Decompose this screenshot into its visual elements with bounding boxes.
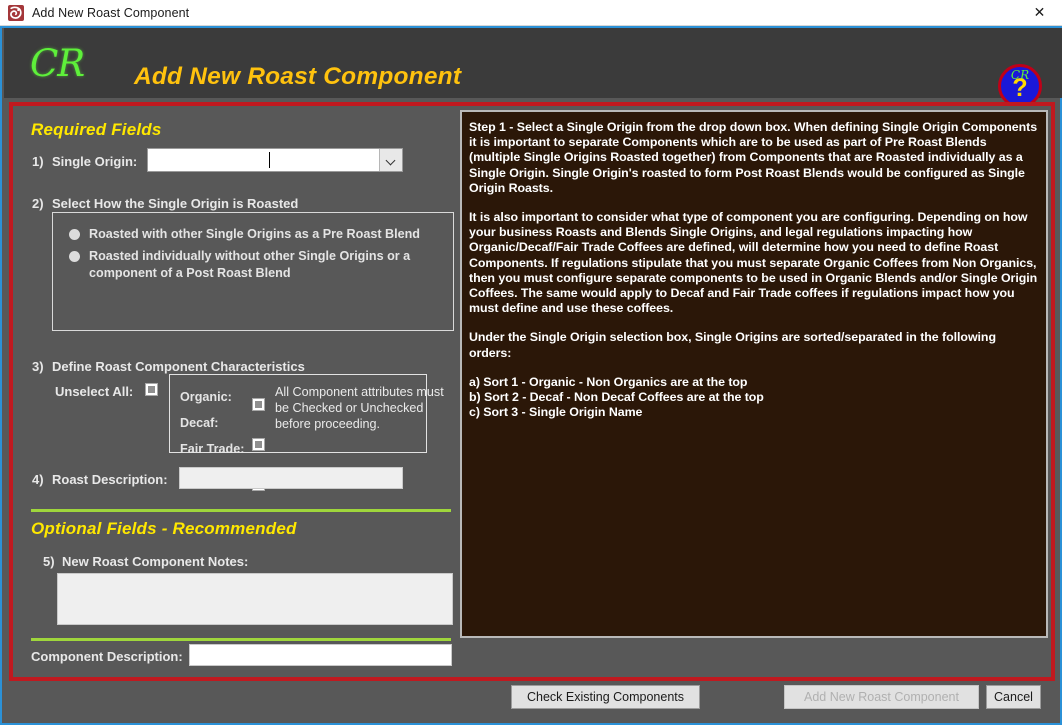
- divider-green-top: [31, 509, 451, 512]
- instructions-panel: Step 1 - Select a Single Origin from the…: [460, 110, 1048, 638]
- content-inner: Required Fields 1) Single Origin: 2) Sel…: [13, 106, 1051, 677]
- check-existing-components-button[interactable]: Check Existing Components: [511, 685, 700, 709]
- roast-component-notes-input[interactable]: [57, 573, 453, 625]
- chevron-down-icon[interactable]: [379, 149, 402, 171]
- single-origin-combobox[interactable]: [147, 148, 403, 172]
- instructions-paragraph-2: It is also important to consider what ty…: [469, 210, 1038, 316]
- radio-pre-roast-blend[interactable]: Roasted with other Single Origins as a P…: [69, 226, 429, 243]
- step5-label: New Roast Component Notes:: [62, 554, 249, 569]
- roast-description-input[interactable]: [179, 467, 403, 489]
- step2-number: 2): [32, 196, 44, 211]
- single-origin-value[interactable]: [148, 149, 379, 171]
- content-frame: Required Fields 1) Single Origin: 2) Sel…: [9, 102, 1055, 681]
- radio-individual-roast-label: Roasted individually without other Singl…: [89, 249, 411, 280]
- required-fields-heading: Required Fields: [31, 120, 162, 139]
- instructions-paragraph-3: Under the Single Origin selection box, S…: [469, 330, 996, 360]
- fair-trade-label: Fair Trade:: [180, 442, 245, 456]
- page-title: Add New Roast Component: [134, 63, 462, 90]
- step1-number: 1): [32, 154, 44, 169]
- step4-label: Roast Description:: [52, 472, 168, 487]
- radio-individual-roast[interactable]: Roasted individually without other Singl…: [69, 248, 429, 282]
- radio-indicator[interactable]: [69, 229, 80, 240]
- divider-green-bottom: [31, 638, 451, 641]
- access-database-icon: [7, 4, 25, 22]
- step5-number: 5): [43, 554, 55, 569]
- unselect-all-label: Unselect All:: [55, 384, 134, 399]
- sort-item-a: a) Sort 1 - Organic - Non Organics are a…: [469, 374, 748, 389]
- step1-label: Single Origin:: [52, 154, 138, 169]
- step3-number: 3): [32, 359, 44, 374]
- question-mark-icon: ?: [1012, 74, 1028, 102]
- radio-pre-roast-blend-label: Roasted with other Single Origins as a P…: [89, 227, 421, 241]
- decaf-checkbox[interactable]: [252, 438, 265, 451]
- window-body: CR Add New Roast Component CR ? Required…: [0, 26, 1062, 725]
- step4-number: 4): [32, 472, 44, 487]
- component-description-label: Component Description:: [31, 649, 183, 664]
- sort-item-b: b) Sort 2 - Decaf - Non Decaf Coffees ar…: [469, 390, 764, 405]
- header-banner: CR Add New Roast Component CR ?: [4, 28, 1062, 108]
- cancel-button[interactable]: Cancel: [986, 685, 1041, 709]
- attributes-note: All Component attributes must be Checked…: [275, 385, 444, 431]
- optional-fields-heading: Optional Fields - Recommended: [31, 519, 297, 538]
- sort-item-c: c) Sort 3 - Single Origin Name: [469, 405, 643, 420]
- cr-logo: CR: [30, 42, 85, 85]
- window-title: Add New Roast Component: [32, 5, 190, 20]
- close-icon[interactable]: ✕: [1017, 0, 1062, 25]
- organic-checkbox[interactable]: [252, 398, 265, 411]
- instructions-paragraph-1: Step 1 - Select a Single Origin from the…: [469, 120, 1038, 195]
- step3-label: Define Roast Component Characteristics: [52, 359, 305, 374]
- required-fields-column: Required Fields 1) Single Origin: 2) Sel…: [19, 110, 457, 675]
- step2-label: Select How the Single Origin is Roasted: [52, 196, 299, 211]
- component-description-input[interactable]: [189, 644, 452, 666]
- decaf-label: Decaf:: [180, 416, 219, 430]
- organic-label: Organic:: [180, 390, 232, 404]
- add-new-roast-component-button[interactable]: Add New Roast Component: [784, 685, 979, 709]
- unselect-all-checkbox[interactable]: [145, 383, 158, 396]
- footer-bar: Check Existing Components Add New Roast …: [2, 685, 1060, 725]
- window-titlebar: Add New Roast Component ✕: [0, 0, 1062, 26]
- radio-indicator[interactable]: [69, 251, 80, 262]
- application-window: Add New Roast Component ✕ CR Add New Roa…: [0, 0, 1062, 725]
- text-caret: [269, 152, 270, 168]
